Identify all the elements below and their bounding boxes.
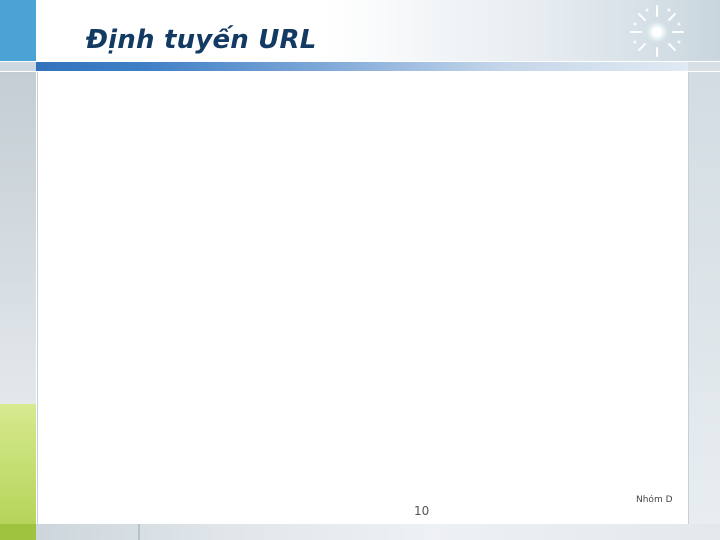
footer-text: Nhóm D <box>636 495 673 505</box>
slide-title: Định tuyến URL <box>86 25 317 55</box>
right-sidebar <box>688 72 720 524</box>
content-area <box>37 72 689 524</box>
page-number: 10 <box>414 504 430 518</box>
left-sidebar-gray <box>0 72 36 404</box>
slide: Định tuyến URL 10 Nhóm D <box>0 0 720 540</box>
bottom-strip-divider <box>138 524 140 540</box>
header-accent-block <box>0 0 37 61</box>
title-underline-left-cap <box>0 62 36 71</box>
bottom-strip-accent <box>0 524 36 540</box>
title-underline-right-cap <box>688 62 720 71</box>
title-underline <box>0 62 720 71</box>
bottom-strip <box>0 524 720 540</box>
sunburst-icon <box>630 5 684 57</box>
left-sidebar-green <box>0 404 36 524</box>
